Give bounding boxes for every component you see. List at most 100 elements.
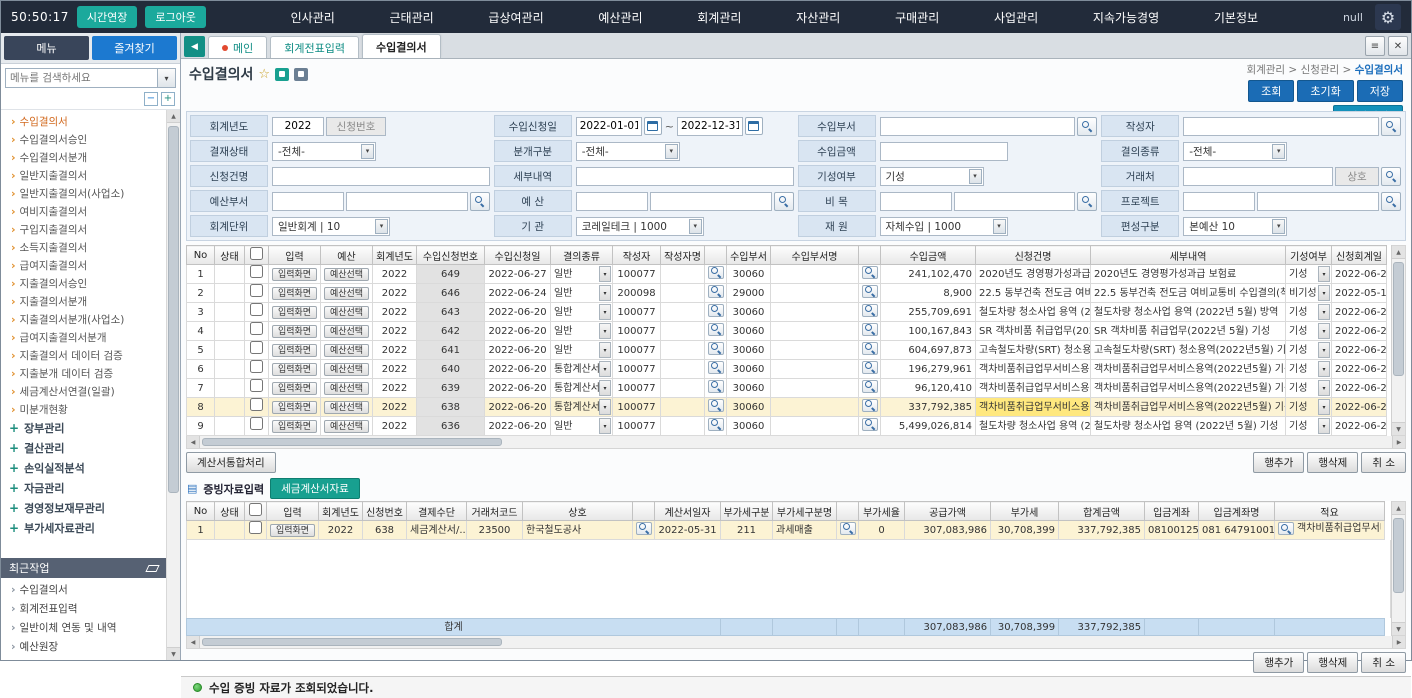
- budget-select-button[interactable]: 예산선택: [324, 401, 369, 414]
- budget-dept-code-input[interactable]: [272, 192, 344, 211]
- sidebar-item[interactable]: ›소득지출결의서: [1, 238, 166, 256]
- writer-search-cell[interactable]: [705, 360, 727, 379]
- approval-state-select[interactable]: -전체-▾: [272, 142, 376, 161]
- project-name-input[interactable]: [1257, 192, 1379, 211]
- column-header[interactable]: 작성자: [613, 246, 661, 265]
- grid-row[interactable]: 9입력화면예산선택20226362022-06-20일반▾10007730060…: [187, 417, 1387, 436]
- search-button[interactable]: [862, 323, 878, 336]
- column-header[interactable]: 신청회계일: [1332, 246, 1387, 265]
- scroll-track[interactable]: [200, 636, 1392, 648]
- sidebar-item[interactable]: ›세금계산서연결(일괄): [1, 382, 166, 400]
- row-checkbox[interactable]: [250, 322, 263, 335]
- search-button[interactable]: [862, 380, 878, 393]
- top-menu-item[interactable]: 근태관리: [382, 7, 442, 28]
- tab-menu[interactable]: 메뉴: [4, 36, 89, 60]
- writer-search-cell[interactable]: [705, 341, 727, 360]
- column-header[interactable]: 부가세: [991, 502, 1059, 521]
- column-header[interactable]: 상태: [215, 502, 245, 521]
- grid-row[interactable]: 8입력화면예산선택20226382022-06-20통합계산서▾10007730…: [187, 398, 1387, 417]
- search-button[interactable]: [470, 192, 490, 211]
- input-screen-button[interactable]: 입력화면: [272, 401, 317, 414]
- writer-search-cell[interactable]: [705, 379, 727, 398]
- grid-row[interactable]: 1입력화면예산선택20226492022-06-27일반▾10007730060…: [187, 265, 1387, 284]
- column-header[interactable]: 회계년도: [373, 246, 417, 265]
- year-input[interactable]: [272, 117, 324, 136]
- column-header[interactable]: 입력: [267, 502, 319, 521]
- writer-input[interactable]: [1183, 117, 1379, 136]
- sidebar-item[interactable]: ›구입지출결의서: [1, 220, 166, 238]
- favorite-star-icon[interactable]: ☆: [258, 67, 270, 82]
- search-button[interactable]: [862, 418, 878, 431]
- tax-invoice-button[interactable]: 세금계산서자료: [270, 478, 360, 499]
- writer-search-cell[interactable]: [705, 322, 727, 341]
- scroll-down-icon[interactable]: ▼: [1392, 622, 1405, 635]
- checkbox-cell[interactable]: [245, 417, 269, 436]
- column-header[interactable]: 거래처코드: [467, 502, 523, 521]
- input-screen-button[interactable]: 입력화면: [269, 303, 321, 322]
- grid2-vertical-scrollbar[interactable]: ▲ ▼: [1392, 501, 1406, 636]
- add-row-button[interactable]: 행추가: [1253, 452, 1304, 473]
- budget-select-button[interactable]: 예산선택: [324, 325, 369, 338]
- scroll-thumb[interactable]: [202, 438, 502, 446]
- add-row-button[interactable]: 행추가: [1253, 652, 1304, 673]
- budget-select-button[interactable]: 예산선택: [321, 265, 373, 284]
- sidebar-group[interactable]: +결산관리: [1, 438, 166, 458]
- budget-select-button[interactable]: 예산선택: [321, 303, 373, 322]
- grid-row[interactable]: 5입력화면예산선택20226412022-06-20일반▾10007730060…: [187, 341, 1387, 360]
- column-header[interactable]: [705, 246, 727, 265]
- column-header[interactable]: 공급가액: [905, 502, 991, 521]
- budget-select-button[interactable]: 예산선택: [321, 322, 373, 341]
- select-all-checkbox[interactable]: [249, 503, 262, 516]
- vendor-input[interactable]: [1183, 167, 1333, 186]
- input-screen-button[interactable]: 입력화면: [272, 268, 317, 281]
- recent-item[interactable]: ›일반이체 연동 및 내역: [1, 618, 166, 637]
- dept-search-cell[interactable]: [859, 303, 881, 322]
- row-checkbox[interactable]: [249, 521, 262, 534]
- grid-row[interactable]: 3입력화면예산선택20226432022-06-20일반▾10007730060…: [187, 303, 1387, 322]
- column-header[interactable]: 부가세구분: [721, 502, 773, 521]
- row-checkbox[interactable]: [250, 417, 263, 430]
- sidebar-item[interactable]: ›지출분개 데이터 검증: [1, 364, 166, 382]
- expand-all-button[interactable]: +: [161, 92, 175, 106]
- checkbox-cell[interactable]: [245, 265, 269, 284]
- input-screen-button[interactable]: 입력화면: [269, 417, 321, 436]
- input-screen-button[interactable]: 입력화면: [272, 287, 317, 300]
- dept-search-cell[interactable]: [859, 379, 881, 398]
- search-button[interactable]: [774, 192, 794, 211]
- column-header[interactable]: No: [187, 502, 215, 521]
- scroll-down-icon[interactable]: ▼: [167, 647, 180, 660]
- organization-select[interactable]: 코레일테크 | 1000▾: [576, 217, 704, 236]
- select-all-checkbox[interactable]: [250, 247, 263, 260]
- column-header[interactable]: 입금계좌: [1145, 502, 1199, 521]
- column-header[interactable]: 입력: [269, 246, 321, 265]
- scroll-left-icon[interactable]: ◀: [187, 636, 200, 648]
- budget-dept-name-input[interactable]: [346, 192, 468, 211]
- tab-main[interactable]: 메인: [208, 36, 267, 58]
- writer-search-cell[interactable]: [705, 398, 727, 417]
- column-header[interactable]: 작성자명: [661, 246, 705, 265]
- grid1-vertical-scrollbar[interactable]: ▲ ▼: [1392, 245, 1406, 436]
- column-header[interactable]: 수입금액: [881, 246, 976, 265]
- extend-time-button[interactable]: 시간연장: [77, 6, 137, 28]
- input-screen-button[interactable]: 입력화면: [270, 524, 315, 537]
- column-header[interactable]: 계산서일자: [655, 502, 721, 521]
- search-button[interactable]: [708, 342, 724, 355]
- search-button[interactable]: [708, 418, 724, 431]
- search-button[interactable]: [708, 266, 724, 279]
- top-menu-item[interactable]: 급상여관리: [480, 7, 551, 28]
- scroll-right-icon[interactable]: ▶: [1392, 636, 1405, 648]
- save-button[interactable]: 저장: [1357, 80, 1403, 102]
- search-button[interactable]: [1077, 117, 1097, 136]
- budget-select-button[interactable]: 예산선택: [321, 360, 373, 379]
- column-header[interactable]: 수입신청번호: [417, 246, 485, 265]
- decision-type-select[interactable]: 일반▾: [551, 265, 613, 284]
- grid-row[interactable]: 6입력화면예산선택20226402022-06-20통합계산서▾10007730…: [187, 360, 1387, 379]
- grid-row[interactable]: 7입력화면예산선택20226392022-06-20통합계산서▾10007730…: [187, 379, 1387, 398]
- top-menu-item[interactable]: 구매관리: [887, 7, 947, 28]
- scroll-up-icon[interactable]: ▲: [167, 110, 180, 123]
- decision-type-select[interactable]: 일반▾: [551, 417, 613, 436]
- sidebar-item[interactable]: ›미분개현황: [1, 400, 166, 418]
- row-checkbox[interactable]: [250, 360, 263, 373]
- decision-type-select[interactable]: 통합계산서▾: [551, 360, 613, 379]
- gisung-select[interactable]: 기성▾: [1286, 417, 1332, 436]
